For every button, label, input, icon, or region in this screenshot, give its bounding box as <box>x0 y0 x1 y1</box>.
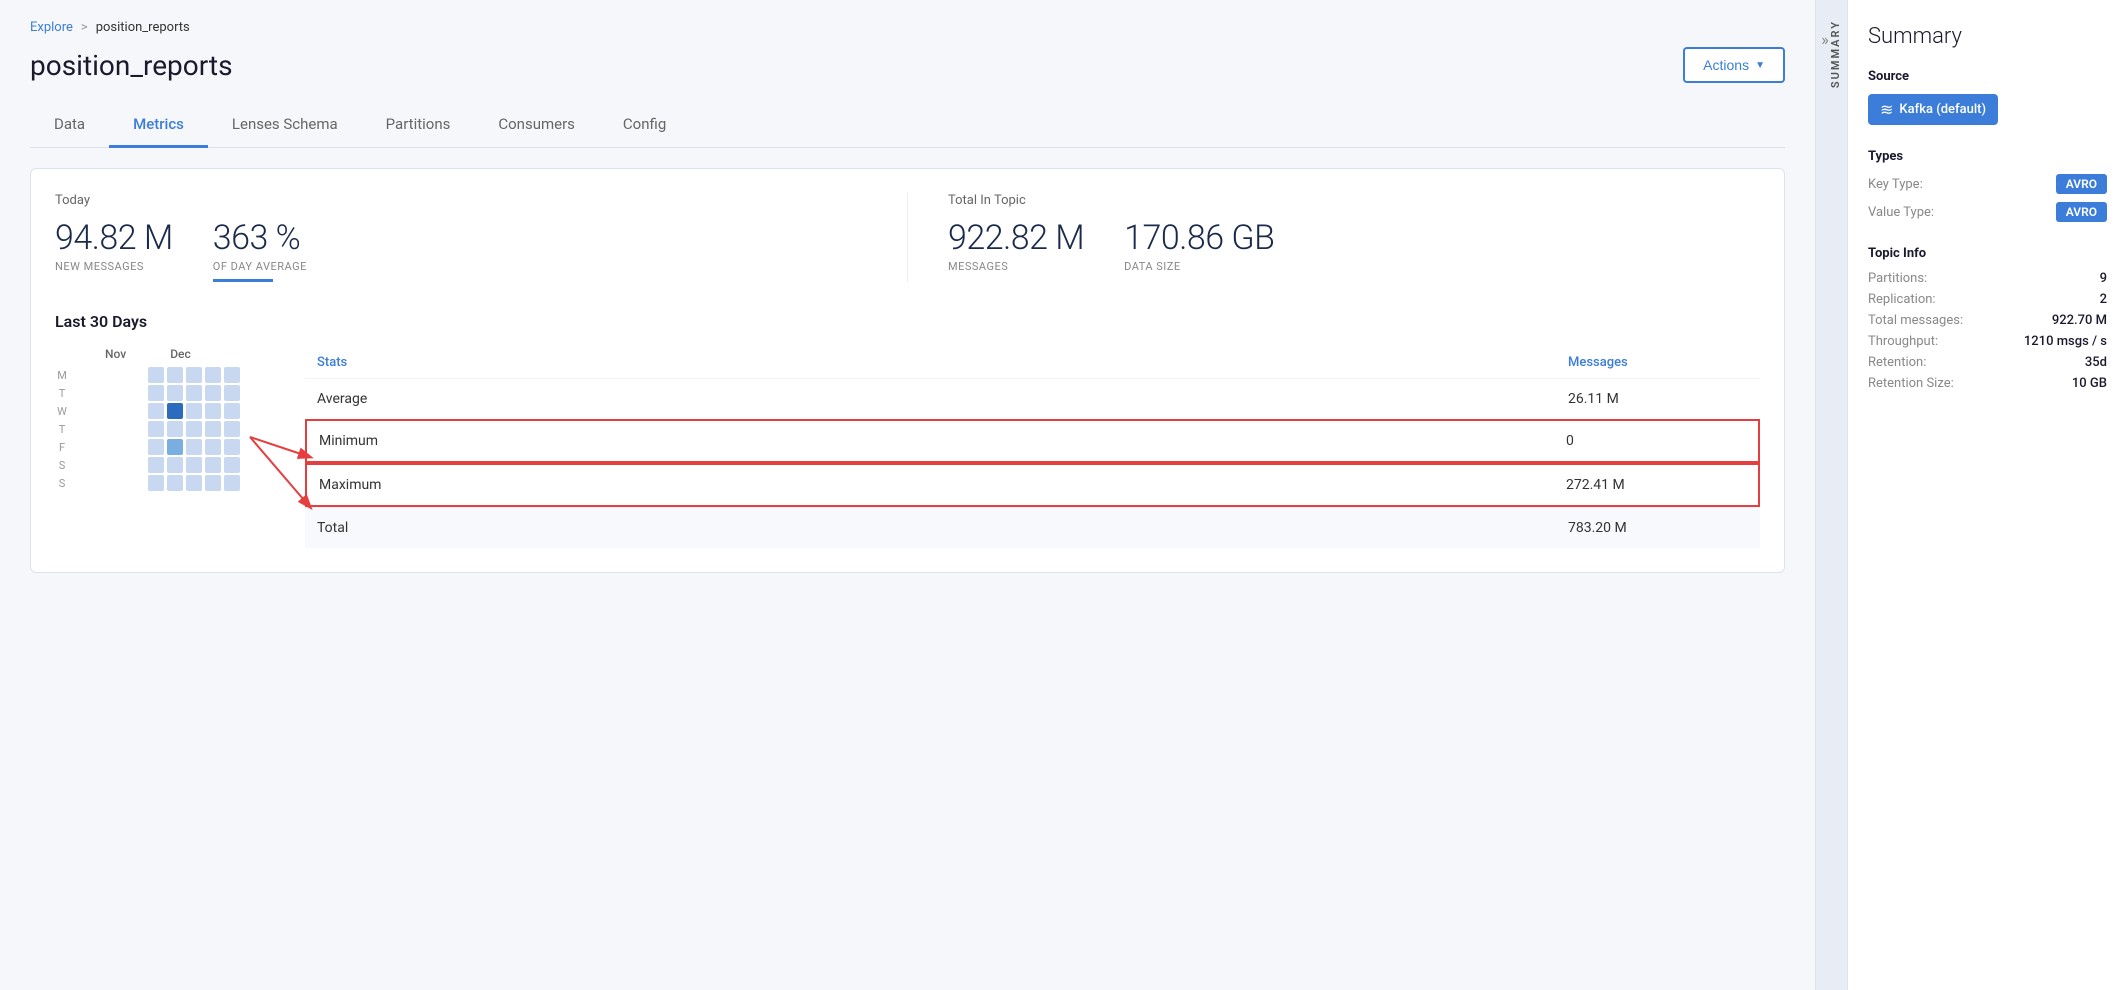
calendar-grid: M T <box>55 367 275 491</box>
stats-col-messages: Messages <box>1568 355 1748 370</box>
actions-button[interactable]: Actions ▼ <box>1683 47 1785 83</box>
cal-label-s2: S <box>55 477 69 490</box>
today-day-avg: 363 % OF DAY AVERAGE <box>213 218 307 282</box>
breadcrumb-explore[interactable]: Explore <box>30 20 73 35</box>
types-label: Types <box>1868 149 2107 164</box>
tab-consumers[interactable]: Consumers <box>474 103 599 148</box>
tab-data[interactable]: Data <box>30 103 109 148</box>
tabs-bar: Data Metrics Lenses Schema Partitions Co… <box>30 103 1785 148</box>
cal-label-m: M <box>55 369 69 382</box>
breadcrumb-current: position_reports <box>96 20 190 35</box>
summary-toggle-label: SUMMARY <box>1829 20 1842 88</box>
summary-sidebar-wrapper: » SUMMARY Summary Source ≋ Kafka (defaul… <box>1815 0 2127 990</box>
source-section: Source ≋ Kafka (default) <box>1868 69 2107 125</box>
calendar-header: Nov Dec <box>55 347 275 361</box>
tab-partitions[interactable]: Partitions <box>362 103 475 148</box>
total-data-size-label: DATA SIZE <box>1124 260 1274 273</box>
topic-info-section: Topic Info Partitions: 9 Replication: 2 … <box>1868 246 2107 391</box>
stats-header: Stats Messages <box>305 347 1760 378</box>
stats-row-average: Average 26.11 M <box>305 378 1760 419</box>
breadcrumb-separator: > <box>81 20 88 35</box>
value-type-row: Value Type: AVRO <box>1868 202 2107 222</box>
value-type-badge: AVRO <box>2056 202 2107 222</box>
topic-info-retention: Retention: 35d <box>1868 355 2107 370</box>
page-title: position_reports <box>30 49 233 82</box>
cal-label-t1: T <box>55 387 69 400</box>
last30-content: Nov Dec M <box>55 347 1760 548</box>
total-in-topic-section: Total In Topic 922.82 M MESSAGES 170.86 … <box>948 193 1760 282</box>
summary-toggle[interactable]: » SUMMARY <box>1815 0 1847 990</box>
total-messages: 922.82 M MESSAGES <box>948 218 1084 273</box>
metrics-panel: Today 94.82 M NEW MESSAGES 363 % OF DAY … <box>30 168 1785 573</box>
last30-title: Last 30 Days <box>55 312 1760 331</box>
tab-lenses-schema[interactable]: Lenses Schema <box>208 103 362 148</box>
summary-panel: Summary Source ≋ Kafka (default) Types K… <box>1847 0 2127 990</box>
kafka-badge: ≋ Kafka (default) <box>1868 94 1998 125</box>
today-day-avg-value: 363 % <box>213 218 307 258</box>
kafka-icon: ≋ <box>1880 100 1893 119</box>
cal-month-nov: Nov <box>105 347 126 361</box>
topic-info-throughput: Throughput: 1210 msgs / s <box>1868 334 2107 349</box>
today-title: Today <box>55 193 867 208</box>
source-label: Source <box>1868 69 2107 84</box>
topic-info-total-messages: Total messages: 922.70 M <box>1868 313 2107 328</box>
stats-row-maximum: Maximum 272.41 M <box>305 463 1760 507</box>
page-header: position_reports Actions ▼ <box>30 47 1785 83</box>
total-data-size-value: 170.86 GB <box>1124 218 1274 258</box>
collapse-icon: » <box>1821 30 1829 49</box>
key-type-label: Key Type: <box>1868 177 1923 192</box>
today-day-avg-label: OF DAY AVERAGE <box>213 260 307 273</box>
tab-config[interactable]: Config <box>599 103 690 148</box>
key-type-row: Key Type: AVRO <box>1868 174 2107 194</box>
today-messages-value: 94.82 M <box>55 218 173 258</box>
total-data-size: 170.86 GB DATA SIZE <box>1124 218 1274 273</box>
calendar-heatmap: Nov Dec M <box>55 347 275 548</box>
metrics-top-row: Today 94.82 M NEW MESSAGES 363 % OF DAY … <box>55 193 1760 282</box>
value-type-label: Value Type: <box>1868 205 1934 220</box>
stats-table: Stats Messages Average 26.11 M Minimum 0 <box>305 347 1760 548</box>
last30-section: Last 30 Days Nov Dec M <box>55 312 1760 548</box>
stats-col-stats: Stats <box>317 355 1568 370</box>
tab-metrics[interactable]: Metrics <box>109 103 208 148</box>
day-avg-bar <box>213 279 273 282</box>
total-messages-value: 922.82 M <box>948 218 1084 258</box>
cal-label-t2: T <box>55 423 69 436</box>
types-section: Types Key Type: AVRO Value Type: AVRO <box>1868 149 2107 222</box>
topic-info-replication: Replication: 2 <box>1868 292 2107 307</box>
topic-info-label: Topic Info <box>1868 246 2107 261</box>
today-section: Today 94.82 M NEW MESSAGES 363 % OF DAY … <box>55 193 867 282</box>
total-messages-label: MESSAGES <box>948 260 1084 273</box>
summary-title: Summary <box>1868 24 2107 49</box>
cal-month-dec: Dec <box>170 347 191 361</box>
stats-row-total: Total 783.20 M <box>305 507 1760 548</box>
cal-label-f: F <box>55 441 69 454</box>
topic-info-retention-size: Retention Size: 10 GB <box>1868 376 2107 391</box>
stats-row-minimum: Minimum 0 <box>305 419 1760 463</box>
chevron-down-icon: ▼ <box>1755 60 1765 71</box>
today-messages-label: NEW MESSAGES <box>55 260 173 273</box>
total-in-topic-title: Total In Topic <box>948 193 1760 208</box>
cal-label-w: W <box>55 405 69 418</box>
key-type-badge: AVRO <box>2056 174 2107 194</box>
metrics-divider <box>907 193 908 282</box>
today-messages: 94.82 M NEW MESSAGES <box>55 218 173 282</box>
breadcrumb: Explore > position_reports <box>30 20 1785 35</box>
cal-label-s1: S <box>55 459 69 472</box>
topic-info-partitions: Partitions: 9 <box>1868 271 2107 286</box>
kafka-badge-text: Kafka (default) <box>1899 102 1986 117</box>
